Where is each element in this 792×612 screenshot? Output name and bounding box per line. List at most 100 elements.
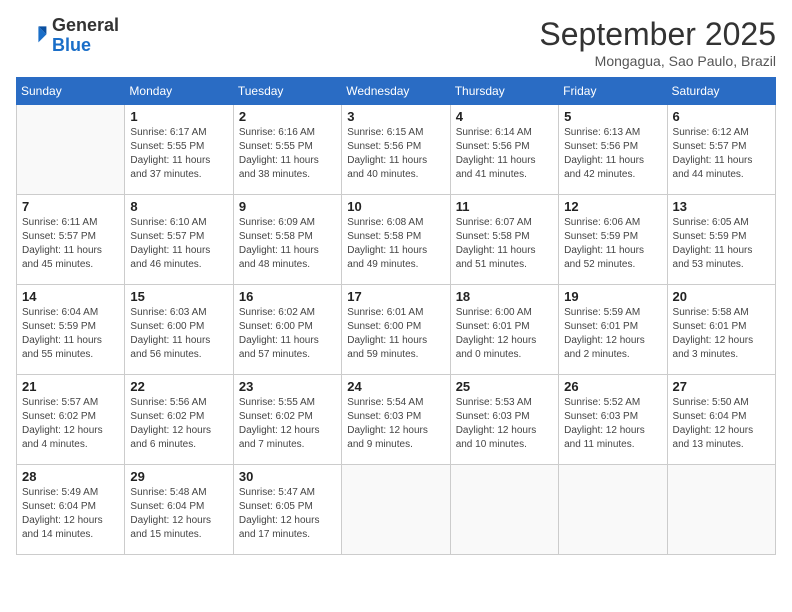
day-cell: 2Sunrise: 6:16 AM Sunset: 5:55 PM Daylig…	[233, 105, 341, 195]
week-row-4: 21 Sunrise: 5:57 AM Sunset: 6:02 PM Dayli…	[17, 375, 776, 465]
day-number: 5	[564, 109, 661, 124]
day-number: 24	[347, 379, 444, 394]
day-info: Sunrise: 5:59 AM Sunset: 6:01 PM Dayligh…	[564, 306, 661, 362]
day-number: 25	[456, 379, 553, 394]
day-info: Sunrise: 5:57 AM Sunset: 6:02 PM Dayligh…	[22, 396, 119, 452]
day-info: Sunrise: 6:14 AM Sunset: 5:56 PM Dayligh…	[456, 126, 553, 182]
day-info: Sunrise: 6:09 AM Sunset: 5:58 PM Dayligh…	[239, 216, 336, 272]
day-cell: 7 Sunrise: 6:11 AM Sunset: 5:57 PM Daylig…	[17, 195, 125, 285]
day-number: 2	[239, 109, 336, 124]
day-cell	[450, 465, 558, 555]
day-cell: 19 Sunrise: 5:59 AM Sunset: 6:01 PM Dayli…	[559, 285, 667, 375]
day-number: 18	[456, 289, 553, 304]
day-cell: 29 Sunrise: 5:48 AM Sunset: 6:04 PM Dayli…	[125, 465, 233, 555]
weekday-sunday: Sunday	[17, 78, 125, 105]
day-cell: 26 Sunrise: 5:52 AM Sunset: 6:03 PM Dayli…	[559, 375, 667, 465]
day-info: Sunrise: 6:07 AM Sunset: 5:58 PM Dayligh…	[456, 216, 553, 272]
day-number: 20	[673, 289, 770, 304]
logo: General Blue	[16, 16, 119, 56]
day-info: Sunrise: 5:52 AM Sunset: 6:03 PM Dayligh…	[564, 396, 661, 452]
weekday-monday: Monday	[125, 78, 233, 105]
day-cell	[342, 465, 450, 555]
day-cell: 8 Sunrise: 6:10 AM Sunset: 5:57 PM Daylig…	[125, 195, 233, 285]
calendar-body: 1Sunrise: 6:17 AM Sunset: 5:55 PM Daylig…	[17, 105, 776, 555]
day-number: 26	[564, 379, 661, 394]
weekday-saturday: Saturday	[667, 78, 775, 105]
day-cell: 3 Sunrise: 6:15 AM Sunset: 5:56 PM Daylig…	[342, 105, 450, 195]
day-info: Sunrise: 6:08 AM Sunset: 5:58 PM Dayligh…	[347, 216, 444, 272]
day-info: Sunrise: 5:58 AM Sunset: 6:01 PM Dayligh…	[673, 306, 770, 362]
day-cell: 18 Sunrise: 6:00 AM Sunset: 6:01 PM Dayli…	[450, 285, 558, 375]
day-info: Sunrise: 5:55 AM Sunset: 6:02 PM Dayligh…	[239, 396, 336, 452]
day-cell: 30 Sunrise: 5:47 AM Sunset: 6:05 PM Dayli…	[233, 465, 341, 555]
day-number: 9	[239, 199, 336, 214]
day-info: Sunrise: 6:15 AM Sunset: 5:56 PM Dayligh…	[347, 126, 444, 182]
day-cell: 24 Sunrise: 5:54 AM Sunset: 6:03 PM Dayli…	[342, 375, 450, 465]
day-info: Sunrise: 6:12 AM Sunset: 5:57 PM Dayligh…	[673, 126, 770, 182]
day-info: Sunrise: 6:04 AM Sunset: 5:59 PM Dayligh…	[22, 306, 119, 362]
weekday-tuesday: Tuesday	[233, 78, 341, 105]
page-header: General Blue September 2025 Mongagua, Sa…	[16, 16, 776, 69]
day-cell: 20 Sunrise: 5:58 AM Sunset: 6:01 PM Dayli…	[667, 285, 775, 375]
day-cell: 28Sunrise: 5:49 AM Sunset: 6:04 PM Dayli…	[17, 465, 125, 555]
day-number: 15	[130, 289, 227, 304]
day-cell: 21 Sunrise: 5:57 AM Sunset: 6:02 PM Dayli…	[17, 375, 125, 465]
week-row-1: 1Sunrise: 6:17 AM Sunset: 5:55 PM Daylig…	[17, 105, 776, 195]
day-number: 30	[239, 469, 336, 484]
day-cell: 27 Sunrise: 5:50 AM Sunset: 6:04 PM Dayli…	[667, 375, 775, 465]
week-row-5: 28Sunrise: 5:49 AM Sunset: 6:04 PM Dayli…	[17, 465, 776, 555]
day-info: Sunrise: 5:48 AM Sunset: 6:04 PM Dayligh…	[130, 486, 227, 542]
day-number: 6	[673, 109, 770, 124]
day-info: Sunrise: 5:50 AM Sunset: 6:04 PM Dayligh…	[673, 396, 770, 452]
week-row-3: 14 Sunrise: 6:04 AM Sunset: 5:59 PM Dayli…	[17, 285, 776, 375]
location-subtitle: Mongagua, Sao Paulo, Brazil	[539, 53, 776, 69]
day-cell: 10 Sunrise: 6:08 AM Sunset: 5:58 PM Dayli…	[342, 195, 450, 285]
day-info: Sunrise: 6:00 AM Sunset: 6:01 PM Dayligh…	[456, 306, 553, 362]
day-number: 7	[22, 199, 119, 214]
calendar-table: SundayMondayTuesdayWednesdayThursdayFrid…	[16, 77, 776, 555]
day-info: Sunrise: 5:53 AM Sunset: 6:03 PM Dayligh…	[456, 396, 553, 452]
day-number: 14	[22, 289, 119, 304]
day-info: Sunrise: 5:47 AM Sunset: 6:05 PM Dayligh…	[239, 486, 336, 542]
day-number: 29	[130, 469, 227, 484]
day-number: 8	[130, 199, 227, 214]
day-info: Sunrise: 5:56 AM Sunset: 6:02 PM Dayligh…	[130, 396, 227, 452]
day-info: Sunrise: 6:02 AM Sunset: 6:00 PM Dayligh…	[239, 306, 336, 362]
day-number: 23	[239, 379, 336, 394]
weekday-thursday: Thursday	[450, 78, 558, 105]
day-cell	[667, 465, 775, 555]
day-cell: 12Sunrise: 6:06 AM Sunset: 5:59 PM Dayli…	[559, 195, 667, 285]
day-info: Sunrise: 6:13 AM Sunset: 5:56 PM Dayligh…	[564, 126, 661, 182]
day-cell: 5 Sunrise: 6:13 AM Sunset: 5:56 PM Daylig…	[559, 105, 667, 195]
day-number: 4	[456, 109, 553, 124]
day-info: Sunrise: 6:03 AM Sunset: 6:00 PM Dayligh…	[130, 306, 227, 362]
day-number: 27	[673, 379, 770, 394]
day-info: Sunrise: 6:05 AM Sunset: 5:59 PM Dayligh…	[673, 216, 770, 272]
day-number: 10	[347, 199, 444, 214]
day-cell: 9 Sunrise: 6:09 AM Sunset: 5:58 PM Daylig…	[233, 195, 341, 285]
day-cell: 13 Sunrise: 6:05 AM Sunset: 5:59 PM Dayli…	[667, 195, 775, 285]
day-cell: 22Sunrise: 5:56 AM Sunset: 6:02 PM Dayli…	[125, 375, 233, 465]
weekday-wednesday: Wednesday	[342, 78, 450, 105]
day-info: Sunrise: 5:54 AM Sunset: 6:03 PM Dayligh…	[347, 396, 444, 452]
title-block: September 2025 Mongagua, Sao Paulo, Braz…	[539, 16, 776, 69]
day-number: 3	[347, 109, 444, 124]
week-row-2: 7 Sunrise: 6:11 AM Sunset: 5:57 PM Daylig…	[17, 195, 776, 285]
day-cell: 4 Sunrise: 6:14 AM Sunset: 5:56 PM Daylig…	[450, 105, 558, 195]
day-info: Sunrise: 6:11 AM Sunset: 5:57 PM Dayligh…	[22, 216, 119, 272]
day-number: 17	[347, 289, 444, 304]
day-info: Sunrise: 6:10 AM Sunset: 5:57 PM Dayligh…	[130, 216, 227, 272]
day-cell: 25 Sunrise: 5:53 AM Sunset: 6:03 PM Dayli…	[450, 375, 558, 465]
day-number: 13	[673, 199, 770, 214]
day-cell: 11Sunrise: 6:07 AM Sunset: 5:58 PM Dayli…	[450, 195, 558, 285]
day-cell: 16Sunrise: 6:02 AM Sunset: 6:00 PM Dayli…	[233, 285, 341, 375]
day-number: 21	[22, 379, 119, 394]
logo-text: General Blue	[52, 16, 119, 56]
day-cell	[17, 105, 125, 195]
day-number: 19	[564, 289, 661, 304]
day-cell	[559, 465, 667, 555]
day-cell: 15 Sunrise: 6:03 AM Sunset: 6:00 PM Dayli…	[125, 285, 233, 375]
day-number: 12	[564, 199, 661, 214]
month-title: September 2025	[539, 16, 776, 53]
day-number: 28	[22, 469, 119, 484]
